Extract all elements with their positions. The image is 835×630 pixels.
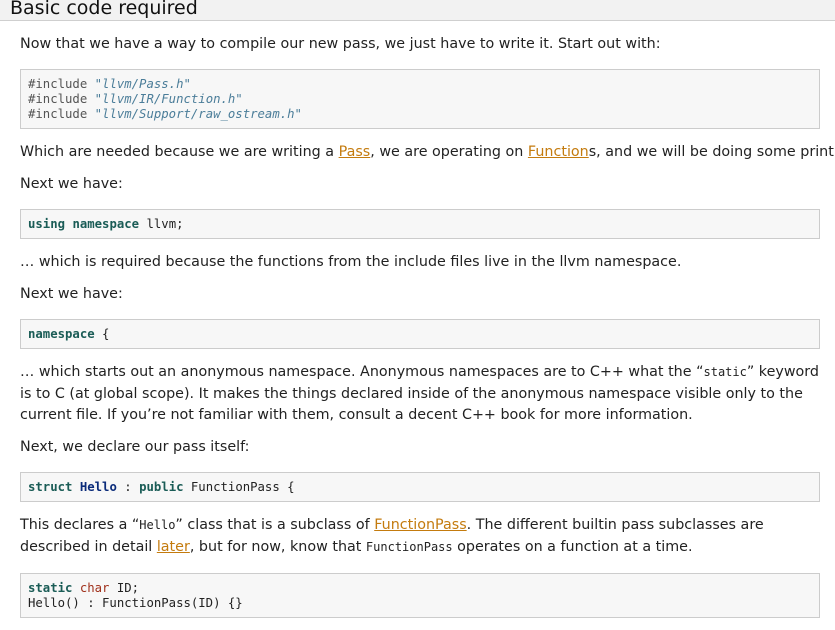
pass-link[interactable]: Pass <box>339 144 371 160</box>
section-heading-bar: Basic code required <box>0 0 835 21</box>
struct-code-block: struct Hello : public FunctionPass { <box>20 472 820 502</box>
function-link[interactable]: Function <box>528 144 589 160</box>
declare-pass-paragraph: Next, we declare our pass itself: <box>20 439 250 455</box>
using-code-block: using namespace llvm; <box>20 209 820 239</box>
anonymous-namespace-explanation: … which starts out an anonymous namespac… <box>20 364 819 423</box>
section-title: Basic code required <box>10 0 198 19</box>
later-link[interactable]: later <box>157 539 190 555</box>
namespace-explanation: … which is required because the function… <box>20 254 682 270</box>
include-line: #include "llvm/Support/raw_ostream.h" <box>28 107 302 121</box>
includes-code-block: #include "llvm/Pass.h" #include "llvm/IR… <box>20 69 820 129</box>
next-we-have-1: Next we have: <box>20 176 123 192</box>
include-line: #include "llvm/Pass.h" <box>28 77 191 91</box>
inline-code-functionpass: FunctionPass <box>365 539 453 554</box>
functionpass-link[interactable]: FunctionPass <box>374 517 466 533</box>
id-code-block: static char ID; Hello() : FunctionPass(I… <box>20 573 820 618</box>
include-line: #include "llvm/IR/Function.h" <box>28 92 243 106</box>
subclass-explanation: This declares a “Hello” class that is a … <box>20 517 764 555</box>
next-we-have-2: Next we have: <box>20 286 123 302</box>
includes-explanation: Which are needed because we are writing … <box>20 144 835 160</box>
namespace-code-block: namespace { <box>20 319 820 349</box>
inline-code-hello: Hello <box>139 518 176 532</box>
inline-code-static: static <box>703 365 747 379</box>
intro-paragraph: Now that we have a way to compile our ne… <box>20 36 661 52</box>
